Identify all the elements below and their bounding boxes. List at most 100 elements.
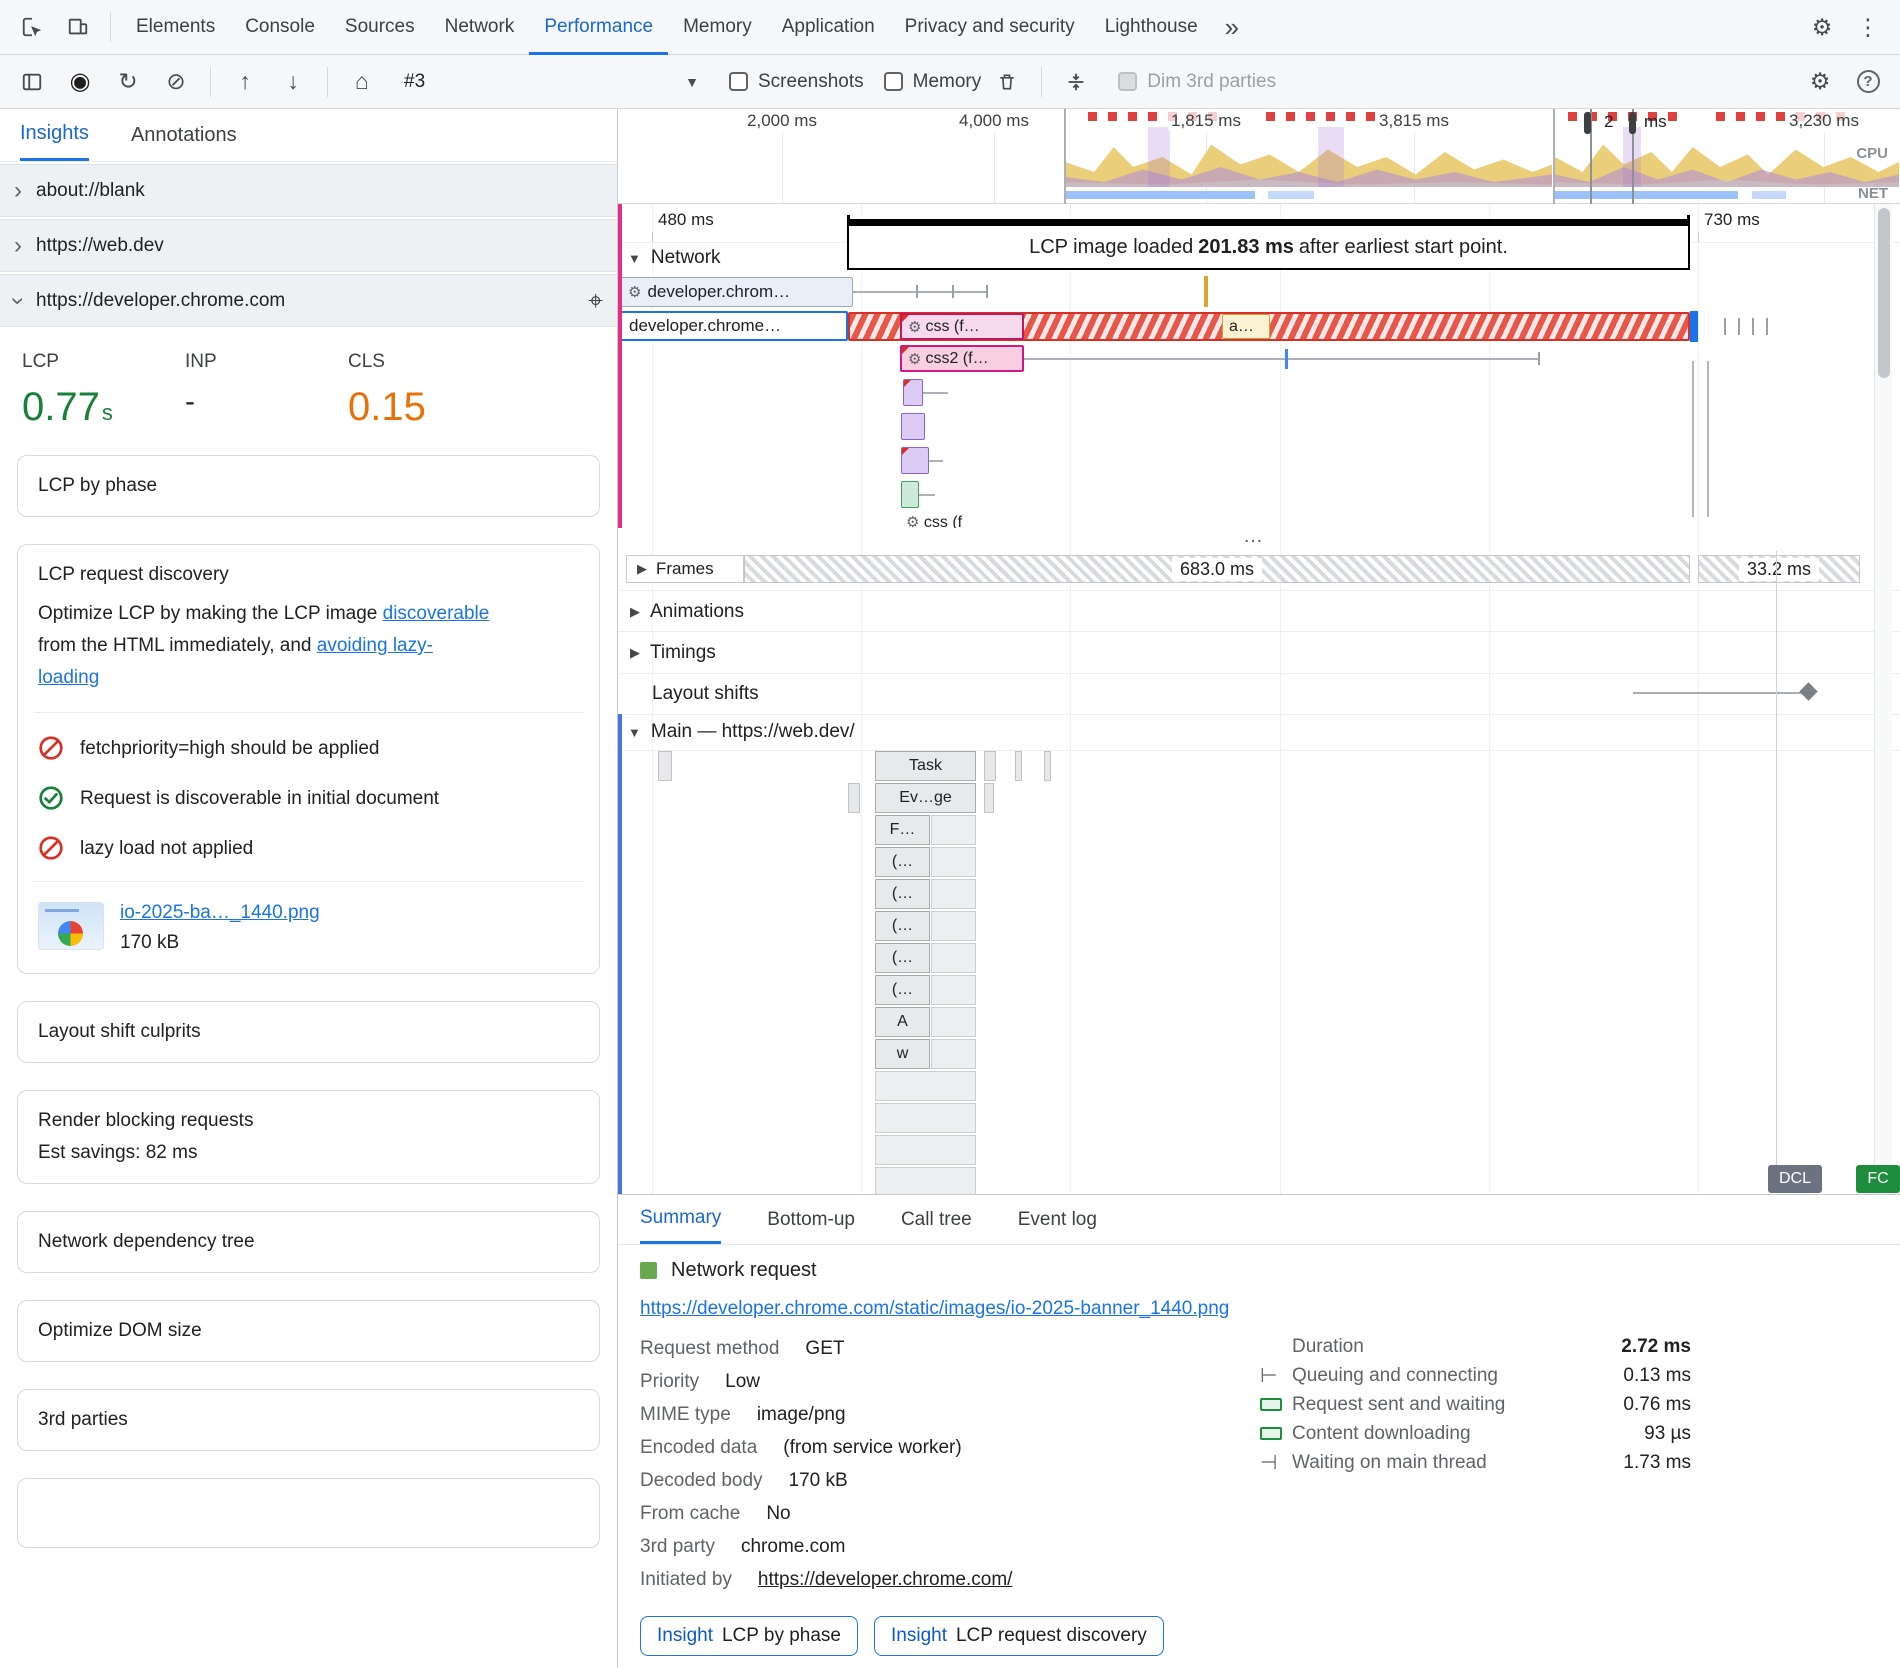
- a-request-chip[interactable]: a…: [1222, 314, 1270, 339]
- insight-lcp-request-discovery-button[interactable]: InsightLCP request discovery: [874, 1616, 1164, 1656]
- inspect-element-icon[interactable]: [10, 5, 54, 49]
- home-icon[interactable]: ⌂: [340, 60, 384, 104]
- zoom-window-handle-right[interactable]: [1629, 112, 1636, 134]
- tab-call-tree[interactable]: Call tree: [901, 1195, 972, 1244]
- flame-frame-clipped[interactable]: [931, 911, 976, 941]
- flame-frame-clipped[interactable]: [931, 1039, 976, 1069]
- tab-network[interactable]: Network: [430, 0, 530, 55]
- flame-frame-small[interactable]: [658, 751, 672, 781]
- flame-frame[interactable]: (…: [875, 911, 930, 941]
- insight-card-render-blocking-requests[interactable]: Render blocking requests Est savings: 82…: [17, 1090, 600, 1184]
- small-request-chip[interactable]: [901, 413, 925, 440]
- flame-frame[interactable]: (…: [875, 943, 930, 973]
- collapsed-triangle-icon[interactable]: ▶: [630, 604, 640, 620]
- dim-3rd-parties-checkbox[interactable]: Dim 3rd parties: [1118, 71, 1276, 93]
- flame-frame-small[interactable]: [984, 751, 996, 781]
- flame-frame[interactable]: (…: [875, 879, 930, 909]
- expanded-triangle-icon[interactable]: ▼: [628, 251, 641, 266]
- flame-frame[interactable]: (…: [875, 975, 930, 1005]
- tab-sources[interactable]: Sources: [330, 0, 430, 55]
- tab-bottom-up[interactable]: Bottom-up: [767, 1195, 855, 1244]
- insight-card-layout-shift-culprits[interactable]: Layout shift culprits: [17, 1001, 600, 1063]
- timings-track-header[interactable]: ▶ Timings: [630, 642, 716, 664]
- load-profile-icon[interactable]: ↑: [223, 60, 267, 104]
- collapsed-triangle-icon[interactable]: ▶: [630, 645, 640, 661]
- collect-garbage-icon[interactable]: [985, 60, 1029, 104]
- metric-inp[interactable]: INP -: [185, 351, 348, 427]
- flame-frame-clipped[interactable]: [875, 1103, 976, 1133]
- css2-request-chip[interactable]: ⚙ css2 (f…: [900, 345, 1024, 372]
- more-menu-icon[interactable]: ⋮: [1846, 5, 1890, 49]
- flame-frame[interactable]: A: [875, 1007, 930, 1037]
- small-request-chip[interactable]: [903, 379, 923, 406]
- tab-memory[interactable]: Memory: [668, 0, 767, 55]
- flame-frame-task[interactable]: Task: [875, 751, 976, 781]
- track-resize-ellipsis[interactable]: …: [1218, 525, 1290, 548]
- zoom-window-handle-left[interactable]: [1584, 112, 1591, 134]
- navigation-row-developer-chrome[interactable]: › https://developer.chrome.com ⌖: [0, 274, 617, 327]
- flame-frame-small[interactable]: [984, 783, 994, 813]
- scrollbar-thumb[interactable]: [1878, 208, 1890, 378]
- panel-settings-gear-icon[interactable]: ⚙: [1798, 60, 1842, 104]
- flame-frame-clipped[interactable]: [931, 943, 976, 973]
- metric-lcp[interactable]: LCP 0.77s: [22, 351, 185, 427]
- insight-card-lcp-request-discovery[interactable]: LCP request discovery Optimize LCP by ma…: [17, 544, 600, 974]
- help-icon[interactable]: ?: [1846, 60, 1890, 104]
- insight-card-partial[interactable]: [17, 1478, 600, 1548]
- flame-frame-clipped[interactable]: [931, 1007, 976, 1037]
- network-track-header[interactable]: ▼ Network: [628, 247, 721, 269]
- tab-insights[interactable]: Insights: [20, 109, 89, 161]
- request-url-link[interactable]: https://developer.chrome.com/static/imag…: [640, 1298, 1229, 1320]
- flame-frame-clipped[interactable]: [931, 815, 976, 845]
- layout-shift-diamond-icon[interactable]: [1799, 682, 1817, 700]
- history-dropdown[interactable]: #3 ▼: [394, 71, 709, 93]
- animations-track-header[interactable]: ▶ Animations: [630, 601, 744, 623]
- network-request-bar-selected[interactable]: developer.chrome…: [620, 311, 848, 341]
- insight-card-optimize-dom-size[interactable]: Optimize DOM size: [17, 1300, 600, 1362]
- dcl-marker[interactable]: DCL: [1768, 1165, 1822, 1193]
- save-profile-icon[interactable]: ↓: [271, 60, 315, 104]
- collapse-tracks-icon[interactable]: [1054, 60, 1098, 104]
- frame-bar-long[interactable]: 683.0 ms: [744, 555, 1690, 583]
- timeline-overview[interactable]: 2,000 ms 4,000 ms 1,815 ms 3,815 ms 3,23…: [618, 109, 1900, 204]
- flame-frame[interactable]: F…: [875, 815, 930, 845]
- memory-checkbox[interactable]: Memory: [884, 71, 982, 93]
- flame-frame-clipped[interactable]: [931, 879, 976, 909]
- tab-elements[interactable]: Elements: [121, 0, 230, 55]
- flame-frame-small[interactable]: [1015, 751, 1022, 781]
- metric-cls[interactable]: CLS 0.15: [348, 351, 511, 427]
- flame-frame-clipped[interactable]: [931, 975, 976, 1005]
- collapsed-triangle-icon[interactable]: ▶: [637, 561, 647, 577]
- css-request-chip[interactable]: ⚙ css (f…: [900, 313, 1024, 340]
- lcp-image-thumbnail[interactable]: [38, 902, 104, 950]
- flame-frame-clipped[interactable]: [875, 1135, 976, 1165]
- flame-frame-clipped[interactable]: [931, 847, 976, 877]
- reload-and-record-icon[interactable]: ↻: [106, 60, 150, 104]
- settings-gear-icon[interactable]: ⚙: [1800, 5, 1844, 49]
- screenshots-checkbox[interactable]: Screenshots: [729, 71, 864, 93]
- flame-frame[interactable]: w: [875, 1039, 930, 1069]
- small-request-chip[interactable]: [901, 481, 919, 508]
- insight-card-lcp-by-phase[interactable]: LCP by phase: [17, 455, 600, 517]
- navigation-row-web-dev[interactable]: › https://web.dev: [0, 219, 617, 272]
- tab-privacy-and-security[interactable]: Privacy and security: [890, 0, 1090, 55]
- tab-summary[interactable]: Summary: [640, 1195, 721, 1244]
- flame-frame-small[interactable]: [1044, 751, 1051, 781]
- device-toolbar-icon[interactable]: [56, 5, 100, 49]
- flame-frame[interactable]: (…: [875, 847, 930, 877]
- dock-side-icon[interactable]: [10, 60, 54, 104]
- insight-card-network-dependency-tree[interactable]: Network dependency tree: [17, 1211, 600, 1273]
- lcp-annotation-label[interactable]: LCP image loaded201.83 msafter earliest …: [847, 224, 1690, 270]
- tab-console[interactable]: Console: [230, 0, 330, 55]
- field-data-target-icon[interactable]: ⌖: [588, 285, 603, 317]
- small-request-chip[interactable]: [901, 447, 929, 474]
- fc-marker[interactable]: FC: [1856, 1165, 1900, 1193]
- tab-lighthouse[interactable]: Lighthouse: [1090, 0, 1213, 55]
- more-tabs-chevron-icon[interactable]: »: [1225, 12, 1239, 43]
- expanded-triangle-icon[interactable]: ▼: [628, 725, 641, 740]
- insight-lcp-by-phase-button[interactable]: InsightLCP by phase: [640, 1616, 858, 1656]
- main-track-header[interactable]: ▼ Main — https://web.dev/: [628, 721, 855, 743]
- insight-card-3rd-parties[interactable]: 3rd parties: [17, 1389, 600, 1451]
- tab-application[interactable]: Application: [767, 0, 890, 55]
- flame-frame-clipped[interactable]: [875, 1071, 976, 1101]
